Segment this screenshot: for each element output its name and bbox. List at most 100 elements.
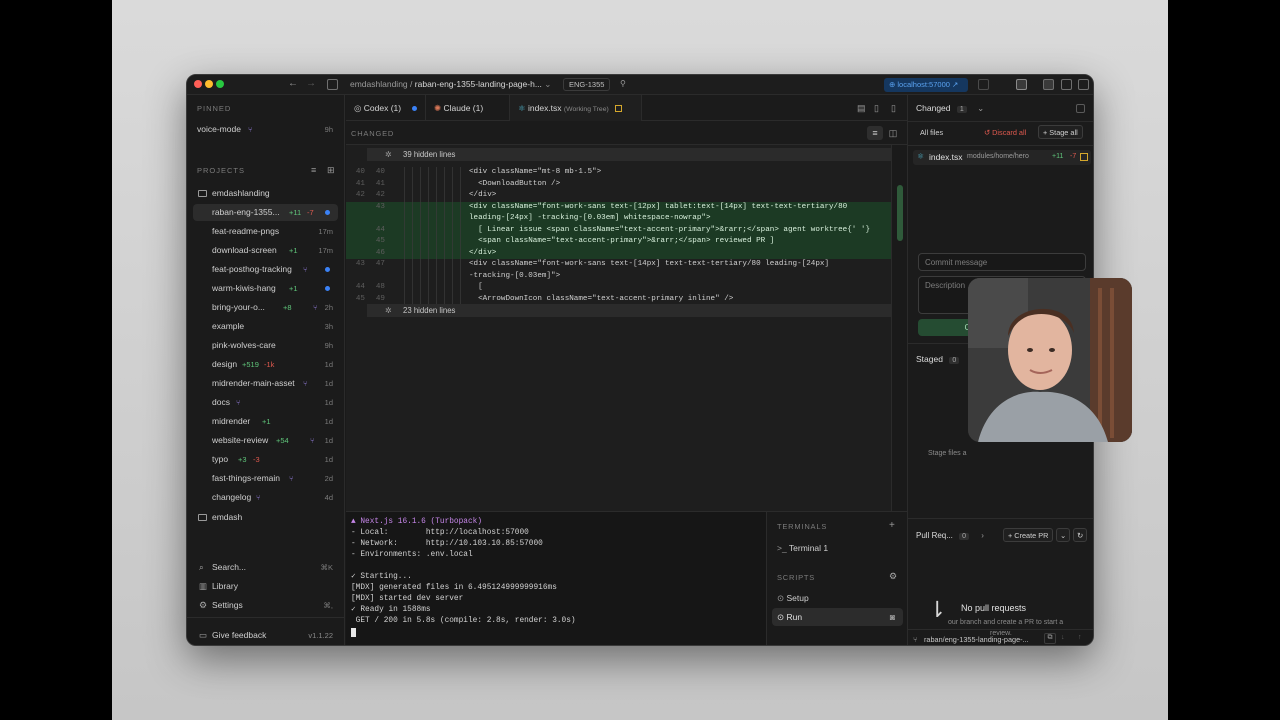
filter-icon[interactable]: ≡ bbox=[311, 165, 316, 175]
folder-icon[interactable] bbox=[1078, 79, 1089, 90]
all-files-filter[interactable]: All files bbox=[920, 128, 943, 137]
diff-added-line: 45 <span className="text-accent-primary"… bbox=[346, 236, 891, 248]
minimize-window-button[interactable] bbox=[205, 80, 213, 88]
branch-icon: ⑂ bbox=[313, 303, 318, 312]
changed-header[interactable]: Changed 1 ⌄ bbox=[916, 103, 984, 114]
pull-requests-header[interactable]: Pull Req... 0 › bbox=[916, 531, 984, 540]
code-text: leading-[24px] -tracking-[0.03em] whites… bbox=[469, 214, 711, 222]
new-file-icon[interactable]: ▯ bbox=[874, 103, 879, 114]
tab-index-tsx[interactable]: ⚛ index.tsx (Working Tree) bbox=[510, 95, 642, 121]
breadcrumb-branch[interactable]: raban-eng-1355-landing-page-h... bbox=[415, 79, 542, 89]
search-button[interactable]: ⌕ Search... ⌘K bbox=[193, 559, 338, 576]
discard-all-button[interactable]: ↺ Discard all bbox=[984, 128, 1026, 137]
sidebar-item-website-review[interactable]: website-review +54 ⑂ 1d bbox=[193, 432, 338, 449]
copy-icon[interactable]: ⧉ bbox=[1044, 633, 1056, 644]
terminal-line: [MDX] started dev server bbox=[351, 595, 464, 603]
chevron-right-icon: › bbox=[981, 531, 984, 540]
sidebar-item-feat-readme-pngs[interactable]: feat-readme-pngs 17m bbox=[193, 223, 338, 240]
settings-button[interactable]: ⚙ Settings ⌘, bbox=[193, 597, 338, 614]
terminal-1-item[interactable]: >_ Terminal 1 bbox=[777, 543, 828, 553]
forward-arrow-icon[interactable]: → bbox=[306, 78, 316, 89]
status-dot bbox=[325, 210, 330, 215]
sidebar-item-download-screen[interactable]: download-screen +1 17m bbox=[193, 242, 338, 259]
new-line-number: 47 bbox=[375, 260, 385, 268]
sidebar-item-pink-wolves-care[interactable]: pink-wolves-care 9h bbox=[193, 337, 338, 354]
refresh-icon[interactable]: ↻ bbox=[1073, 528, 1088, 542]
branch-footer: ⑂ raban/eng-1355-landing-page-... ⧉ ↓ ↑ bbox=[908, 629, 1093, 645]
changed-file-row[interactable]: ⚛ index.tsx modules/home/hero +11 -7 bbox=[913, 150, 1091, 165]
back-arrow-icon[interactable]: ← bbox=[288, 78, 298, 89]
zoom-window-button[interactable] bbox=[216, 80, 224, 88]
sidebar-item-voice-mode[interactable]: voice-mode ⑂ 9h bbox=[193, 121, 338, 138]
diff-view[interactable]: ✲ 39 hidden lines 40 40 <div className="mt… bbox=[346, 145, 891, 511]
diff-added-line: 43 <div className="font-work-sans text-[1… bbox=[346, 201, 891, 213]
close-window-button[interactable] bbox=[194, 80, 202, 88]
new-line-number: 48 bbox=[375, 283, 385, 291]
branch-icon: ⑂ bbox=[256, 493, 261, 502]
add-terminal-button[interactable]: + bbox=[889, 520, 895, 531]
commit-message-input[interactable]: Commit message bbox=[918, 253, 1086, 271]
sidebar-item-design[interactable]: design +519 -1k 1d bbox=[193, 356, 338, 373]
sidebar-item-changelog[interactable]: changelog ⑂ 4d bbox=[193, 489, 338, 506]
select-all-checkbox[interactable] bbox=[1076, 104, 1085, 113]
issue-badge[interactable]: ENG-1355 bbox=[563, 78, 611, 91]
sidebar-item-bring-your-o[interactable]: bring-your-o... +8 ⑂ 2h bbox=[193, 299, 338, 316]
diff-panel-icon[interactable] bbox=[1043, 79, 1054, 90]
stop-icon[interactable]: ◙ bbox=[890, 608, 895, 626]
new-line-number: 46 bbox=[375, 248, 385, 257]
sidebar-item-docs[interactable]: docs ⑂ 1d bbox=[193, 394, 338, 411]
tab-claude[interactable]: ✺ Claude (1) bbox=[426, 95, 510, 121]
add-project-icon[interactable]: ⊞ bbox=[327, 165, 335, 176]
hidden-lines-bottom[interactable]: ✲ 23 hidden lines bbox=[367, 304, 891, 317]
chat-icon[interactable] bbox=[1061, 79, 1072, 90]
status-dot bbox=[325, 286, 330, 291]
sidebar-item-warm-kiwis-hang[interactable]: warm-kiwis-hang +1 bbox=[193, 280, 338, 297]
pin-icon[interactable]: ⚲ bbox=[620, 79, 626, 88]
indent-guides bbox=[404, 178, 462, 190]
editor-icon[interactable] bbox=[978, 79, 989, 90]
sidebar-item-feat-posthog-tracking[interactable]: feat-posthog-tracking ⑂ bbox=[193, 261, 338, 278]
sidebar-item-raban-eng-1355[interactable]: raban-eng-1355... +11 -7 bbox=[193, 204, 338, 221]
sidebar-item-example[interactable]: example 3h bbox=[193, 318, 338, 335]
sidebar-toggle-icon[interactable] bbox=[327, 79, 338, 90]
feedback-button[interactable]: ▭ Give feedback v1.1.22 bbox=[193, 627, 338, 644]
scrollbar-thumb[interactable] bbox=[897, 185, 903, 241]
sidebar-item-fast-things-remain[interactable]: fast-things-remain ⑂ 2d bbox=[193, 470, 338, 487]
code-text: <div className="font-work-sans text-[14p… bbox=[469, 260, 830, 268]
new-editor-icon[interactable]: ▯ bbox=[891, 103, 896, 114]
library-button[interactable]: ▥ Library bbox=[193, 578, 338, 595]
sidebar-item-midrender[interactable]: midrender +1 1d bbox=[193, 413, 338, 430]
unified-view-icon[interactable]: ≡ bbox=[867, 126, 883, 140]
script-run[interactable]: ⊙ Run ◙ bbox=[772, 608, 903, 626]
breadcrumb-project[interactable]: emdashlanding bbox=[350, 79, 408, 89]
code-text: [ bbox=[469, 283, 483, 291]
diff-scrollbar[interactable] bbox=[891, 145, 907, 511]
new-chat-icon[interactable]: ▤ bbox=[857, 103, 866, 114]
indent-guides bbox=[404, 213, 462, 225]
old-line-number: 40 bbox=[355, 168, 365, 176]
create-pr-button[interactable]: + Create PR bbox=[1003, 528, 1054, 542]
pull-arrow-icon[interactable]: ↓ bbox=[1061, 634, 1065, 641]
project-emdash[interactable]: emdash bbox=[193, 509, 338, 526]
script-setup[interactable]: ⊙ Setup bbox=[777, 593, 809, 604]
push-arrow-icon[interactable]: ↑ bbox=[1078, 634, 1082, 641]
hidden-lines-top[interactable]: ✲ 39 hidden lines bbox=[367, 148, 891, 161]
staged-header[interactable]: Staged 0 bbox=[916, 354, 960, 364]
terminal-cursor bbox=[351, 628, 356, 637]
branch-icon: ⑂ bbox=[289, 474, 294, 483]
sidebar-item-typo[interactable]: typo +3 -3 1d bbox=[193, 451, 338, 468]
terminal-prompt-icon: >_ bbox=[777, 543, 787, 553]
sidebar-item-midrender-main-asset[interactable]: midrender-main-asset ⑂ 1d bbox=[193, 375, 338, 392]
stage-all-button[interactable]: + Stage all bbox=[1038, 125, 1083, 139]
chevron-down-icon[interactable]: ⌄ bbox=[544, 79, 551, 89]
indent-guides bbox=[404, 201, 462, 213]
gear-icon[interactable]: ⚙ bbox=[889, 571, 897, 582]
terminal-output[interactable]: ▲ Next.js 16.1.6 (Turbopack) - Local: ht… bbox=[346, 511, 766, 645]
terminal-icon[interactable] bbox=[1016, 79, 1027, 90]
tab-codex[interactable]: ◎ Codex (1) bbox=[346, 95, 426, 121]
split-view-icon[interactable]: ◫ bbox=[885, 126, 901, 140]
localhost-link[interactable]: ⊕ localhost:57000 ↗ bbox=[884, 78, 968, 92]
code-text: <DownloadButton /> bbox=[469, 179, 561, 188]
pr-options-dropdown[interactable]: ⌄ bbox=[1056, 528, 1071, 542]
project-emdashlanding[interactable]: emdashlanding bbox=[193, 185, 338, 202]
